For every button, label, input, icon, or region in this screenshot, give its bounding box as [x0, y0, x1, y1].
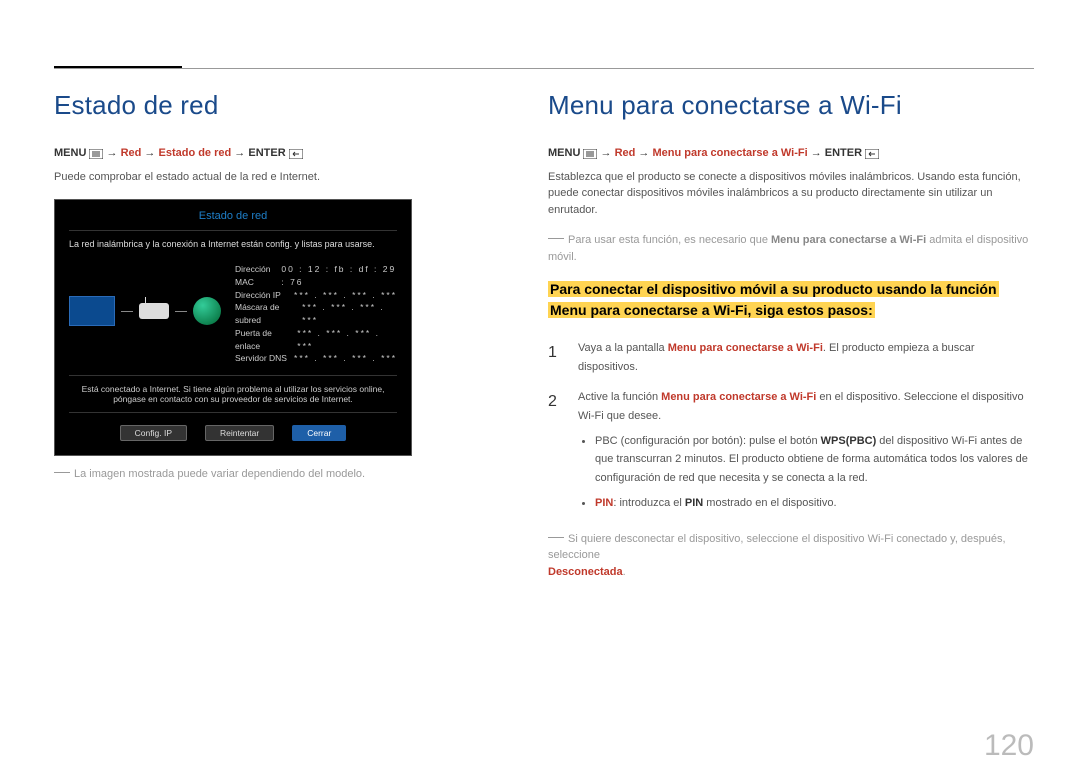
right-column: Menu para conectarse a Wi-Fi MENU → Red …: [548, 90, 1034, 580]
menu-icon: [89, 146, 103, 163]
device-icon: [69, 296, 115, 326]
highlighted-instructions: Para conectar el dispositivo móvil a su …: [548, 279, 1018, 321]
tv-title: Estado de red: [69, 210, 397, 222]
globe-icon: [193, 297, 221, 325]
step-1: 1 Vaya a la pantalla Menu para conectars…: [548, 339, 1034, 376]
disconnect-note: Si quiere desconectar el dispositivo, se…: [548, 531, 1034, 581]
enter-icon: [289, 146, 303, 163]
manual-page: Estado de red MENU → Red → Estado de red…: [0, 0, 1080, 763]
breadcrumb-right: MENU → Red → Menu para conectarse a Wi-F…: [548, 145, 1034, 163]
network-info-table: Dirección MAC00 : 12 : fb : df : 29 : 76…: [235, 263, 397, 365]
function-requirement-note: Para usar esta función, es necesario que…: [548, 232, 1034, 265]
bullet-pbc: PBC (configuración por botón): pulse el …: [578, 432, 1034, 488]
enter-icon: [865, 146, 879, 163]
page-number: 120: [984, 729, 1034, 763]
left-description: Puede comprobar el estado actual de la r…: [54, 169, 502, 186]
connection-diagram: [69, 294, 221, 334]
heading-estado-de-red: Estado de red: [54, 90, 502, 121]
top-rule: [54, 68, 1034, 69]
menu-icon: [583, 146, 597, 163]
config-ip-button[interactable]: Config. IP: [120, 425, 187, 441]
breadcrumb-left: MENU → Red → Estado de red → ENTER: [54, 145, 502, 163]
step-2: 2 Active la función Menu para conectarse…: [548, 388, 1034, 518]
retry-button[interactable]: Reintentar: [205, 425, 274, 441]
left-column: Estado de red MENU → Red → Estado de red…: [54, 90, 502, 580]
tv-status-msg: La red inalámbrica y la conexión a Inter…: [69, 230, 397, 253]
close-button[interactable]: Cerrar: [292, 425, 346, 441]
heading-wifi-menu: Menu para conectarse a Wi-Fi: [548, 90, 1034, 121]
bullet-pin: PIN: introduzca el PIN mostrado en el di…: [578, 494, 1034, 513]
router-icon: [139, 303, 169, 319]
tv-screenshot: Estado de red La red inalámbrica y la co…: [54, 199, 412, 456]
image-may-vary-note: La imagen mostrada puede variar dependie…: [54, 466, 502, 483]
right-description: Establezca que el producto se conecte a …: [548, 169, 1034, 219]
tv-footer-msg: Está conectado a Internet. Si tiene algú…: [69, 375, 397, 413]
